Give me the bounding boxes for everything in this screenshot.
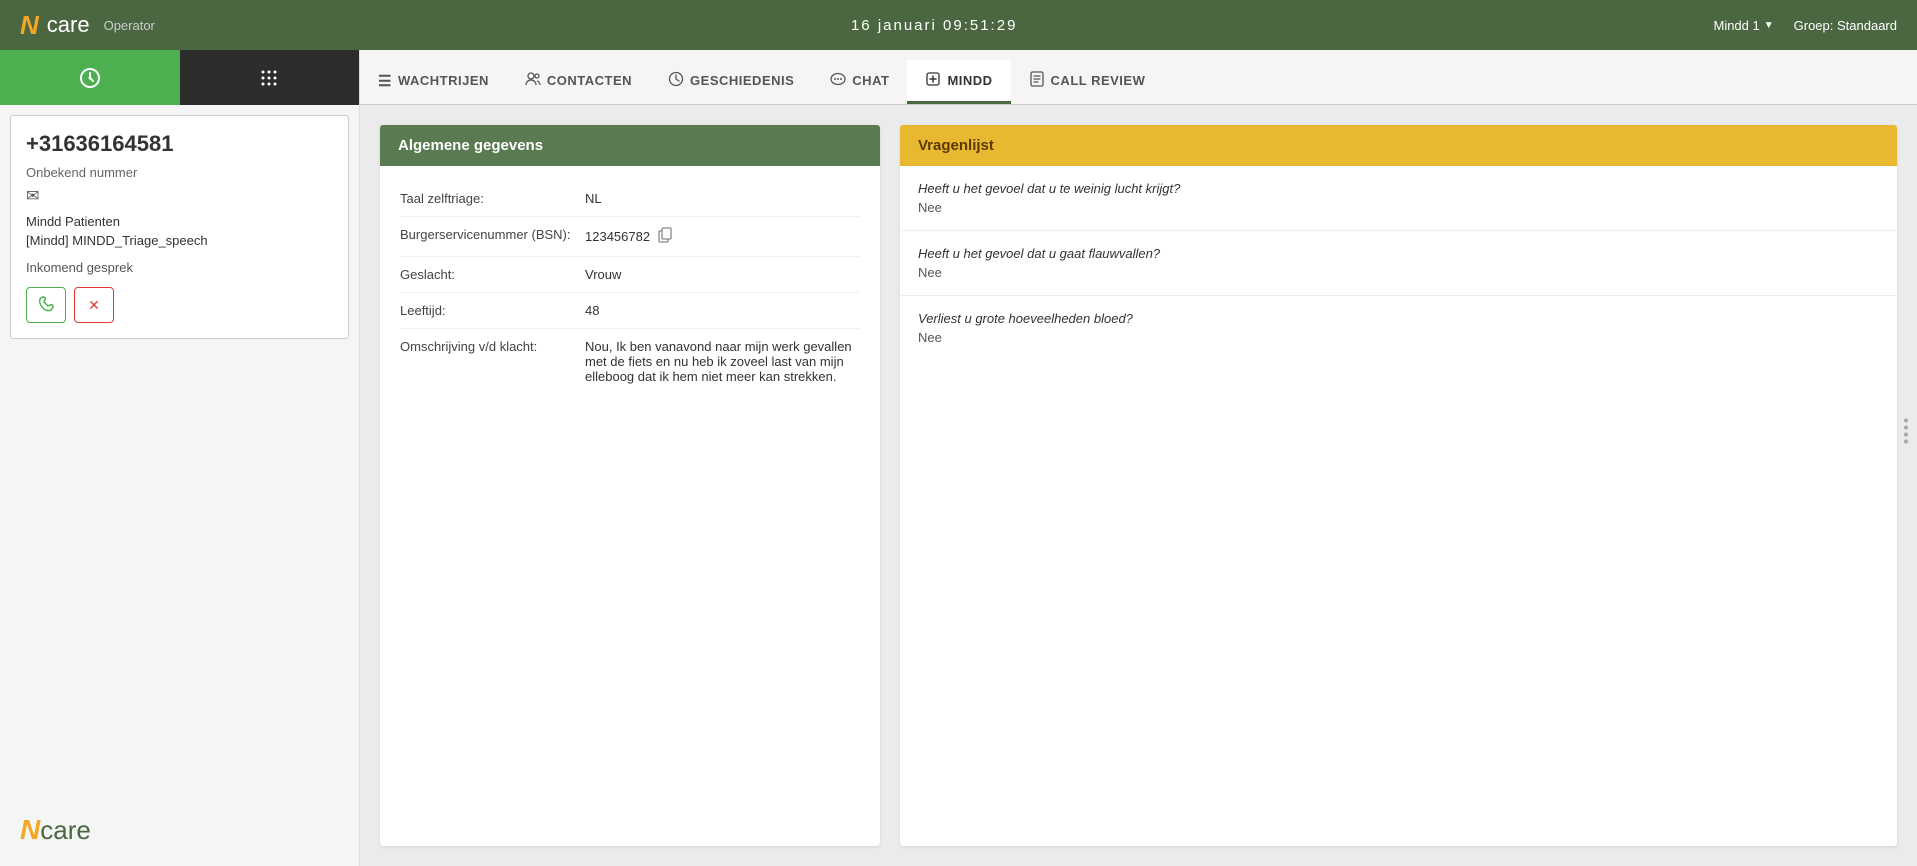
tab-contacten[interactable]: CONTACTEN bbox=[507, 60, 650, 104]
mindd-content: Algemene gegevens Taal zelftriage: NL Bu… bbox=[360, 105, 1917, 866]
taal-label: Taal zelftriage: bbox=[400, 191, 585, 206]
contacten-icon bbox=[525, 72, 541, 90]
tab-wachtrijen-label: WACHTRIJEN bbox=[398, 73, 489, 88]
accept-call-button[interactable] bbox=[26, 287, 66, 323]
tab-chat-label: CHAT bbox=[852, 73, 889, 88]
vragenlijst-title: Vragenlijst bbox=[918, 137, 994, 154]
question-2-answer: Nee bbox=[918, 265, 1879, 280]
vragenlijst-card: Vragenlijst Heeft u het gevoel dat u te … bbox=[900, 125, 1897, 846]
klacht-row: Omschrijving v/d klacht: Nou, Ik ben van… bbox=[400, 329, 860, 394]
leeftijd-row: Leeftijd: 48 bbox=[400, 293, 860, 329]
sidebar: +31636164581 Onbekend nummer ✉ Mindd Pat… bbox=[0, 50, 360, 866]
call-review-icon bbox=[1029, 71, 1045, 91]
group-label: Groep: Standaard bbox=[1794, 18, 1897, 33]
question-3-text: Verliest u grote hoeveelheden bloed? bbox=[918, 311, 1879, 326]
clock-icon bbox=[79, 67, 101, 89]
algemene-gegevens-body: Taal zelftriage: NL Burgerservicenummer … bbox=[380, 166, 880, 409]
vragenlijst-body: Heeft u het gevoel dat u te weinig lucht… bbox=[900, 166, 1897, 360]
operator-label: Operator bbox=[104, 18, 155, 33]
sidebar-logo-v: N bbox=[20, 814, 40, 846]
patient-label: Mindd Patienten bbox=[26, 214, 333, 229]
resize-handle[interactable] bbox=[1901, 417, 1911, 450]
tab-contacten-label: CONTACTEN bbox=[547, 73, 632, 88]
mindd-icon bbox=[925, 71, 941, 91]
bsn-row: Burgerservicenummer (BSN): 123456782 bbox=[400, 217, 860, 257]
klacht-label: Omschrijving v/d klacht: bbox=[400, 339, 585, 354]
algemene-gegevens-header: Algemene gegevens bbox=[380, 125, 880, 166]
geslacht-value: Vrouw bbox=[585, 267, 860, 282]
nav-tabs: ☰ WACHTRIJEN CONTACTEN GESCHIEDENIS CHA bbox=[360, 50, 1917, 105]
algemene-gegevens-card: Algemene gegevens Taal zelftriage: NL Bu… bbox=[380, 125, 880, 846]
caller-info-card: +31636164581 Onbekend nummer ✉ Mindd Pat… bbox=[10, 115, 349, 339]
email-icon[interactable]: ✉ bbox=[26, 186, 333, 206]
copy-bsn-button[interactable] bbox=[658, 227, 672, 246]
dialpad-button[interactable] bbox=[180, 50, 360, 105]
sidebar-controls bbox=[0, 50, 359, 105]
question-2: Heeft u het gevoel dat u gaat flauwvalle… bbox=[900, 231, 1897, 296]
tab-call-review-label: CALL REVIEW bbox=[1051, 73, 1146, 88]
question-1-text: Heeft u het gevoel dat u te weinig lucht… bbox=[918, 181, 1879, 196]
tab-geschiedenis[interactable]: GESCHIEDENIS bbox=[650, 60, 812, 104]
content-area: ☰ WACHTRIJEN CONTACTEN GESCHIEDENIS CHA bbox=[360, 50, 1917, 866]
geslacht-label: Geslacht: bbox=[400, 267, 585, 282]
question-1-answer: Nee bbox=[918, 200, 1879, 215]
logo: Ncare Operator bbox=[20, 10, 155, 41]
tab-mindd[interactable]: MINDD bbox=[907, 60, 1010, 104]
sidebar-logo-care: care bbox=[40, 815, 91, 846]
klacht-value: Nou, Ik ben vanavond naar mijn werk geva… bbox=[585, 339, 860, 384]
leeftijd-value: 48 bbox=[585, 303, 860, 318]
bsn-label: Burgerservicenummer (BSN): bbox=[400, 227, 585, 242]
logo-v: N bbox=[20, 10, 39, 41]
geschiedenis-icon bbox=[668, 71, 684, 91]
tab-chat[interactable]: CHAT bbox=[812, 60, 907, 104]
tab-geschiedenis-label: GESCHIEDENIS bbox=[690, 73, 794, 88]
question-3-answer: Nee bbox=[918, 330, 1879, 345]
taal-row: Taal zelftriage: NL bbox=[400, 181, 860, 217]
leeftijd-label: Leeftijd: bbox=[400, 303, 585, 318]
question-2-text: Heeft u het gevoel dat u gaat flauwvalle… bbox=[918, 246, 1879, 261]
tab-wachtrijen[interactable]: ☰ WACHTRIJEN bbox=[360, 60, 507, 104]
topbar-right: Mindd 1 ▼ Groep: Standaard bbox=[1713, 18, 1897, 33]
sidebar-logo: Ncare bbox=[0, 794, 359, 866]
question-3: Verliest u grote hoeveelheden bloed? Nee bbox=[900, 296, 1897, 360]
caller-number: +31636164581 bbox=[26, 131, 333, 157]
reject-icon: ✕ bbox=[88, 297, 100, 314]
vragenlijst-header: Vragenlijst bbox=[900, 125, 1897, 166]
tab-mindd-label: MINDD bbox=[947, 73, 992, 88]
geslacht-row: Geslacht: Vrouw bbox=[400, 257, 860, 293]
bsn-number: 123456782 bbox=[585, 229, 650, 244]
main-layout: +31636164581 Onbekend nummer ✉ Mindd Pat… bbox=[0, 50, 1917, 866]
chat-icon bbox=[830, 72, 846, 90]
topbar-datetime: 16 januari 09:51:29 bbox=[851, 17, 1017, 34]
caller-status: Onbekend nummer bbox=[26, 165, 333, 180]
dialpad-icon bbox=[258, 67, 280, 89]
question-1: Heeft u het gevoel dat u te weinig lucht… bbox=[900, 166, 1897, 231]
algemene-gegevens-title: Algemene gegevens bbox=[398, 137, 543, 154]
clock-button[interactable] bbox=[0, 50, 180, 105]
topbar: Ncare Operator 16 januari 09:51:29 Mindd… bbox=[0, 0, 1917, 50]
logo-care: care bbox=[47, 12, 90, 38]
bsn-value: 123456782 bbox=[585, 227, 860, 246]
incoming-label: Inkomend gesprek bbox=[26, 260, 333, 275]
user-menu[interactable]: Mindd 1 ▼ bbox=[1713, 18, 1773, 33]
caller-actions: ✕ bbox=[26, 287, 333, 323]
user-name: Mindd 1 bbox=[1713, 18, 1759, 33]
user-caret-icon: ▼ bbox=[1764, 20, 1774, 31]
tab-call-review[interactable]: CALL REVIEW bbox=[1011, 60, 1164, 104]
triage-label: [Mindd] MINDD_Triage_speech bbox=[26, 233, 333, 248]
taal-value: NL bbox=[585, 191, 860, 206]
phone-accept-icon bbox=[37, 296, 55, 314]
wachtrijen-icon: ☰ bbox=[378, 72, 392, 90]
reject-call-button[interactable]: ✕ bbox=[74, 287, 114, 323]
